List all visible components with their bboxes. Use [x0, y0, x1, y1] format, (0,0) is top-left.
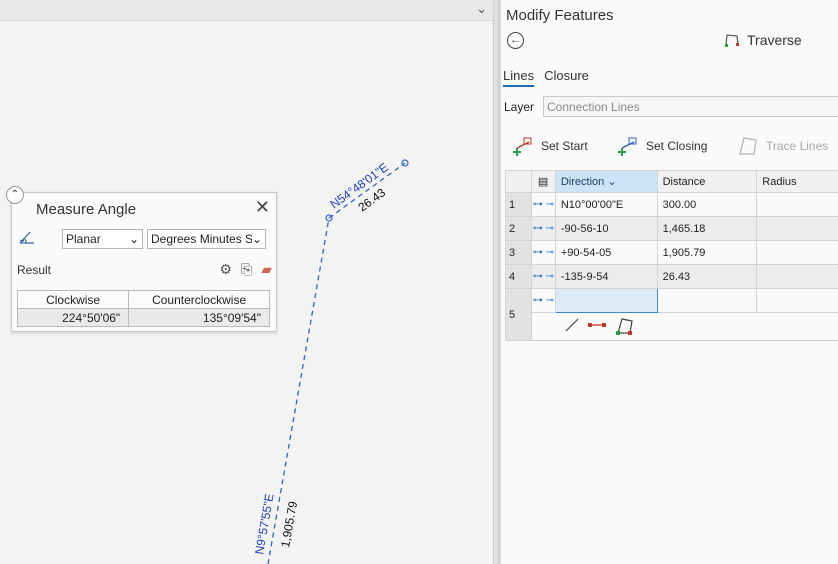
set-start-button[interactable]: Set Start — [511, 132, 616, 160]
map-view[interactable]: ⌄ N54°48'01"E 26.43 N9°57'55"E 1,905.79 … — [0, 0, 493, 564]
distance-cell[interactable]: 26.43 — [656, 264, 758, 289]
polygon-segment-icon — [615, 318, 633, 335]
tab-closure[interactable]: Closure — [544, 68, 589, 87]
set-closing-button[interactable]: Set Closing — [616, 132, 736, 160]
measure-mode-select[interactable]: Planar ⌄ — [62, 229, 143, 249]
segment-type-row — [506, 312, 838, 341]
distance-cell[interactable]: 300.00 — [656, 192, 758, 217]
direction-cell[interactable]: -90-56-10 — [554, 216, 658, 241]
gear-icon[interactable]: ⚙ — [219, 261, 232, 278]
two-point-line-icon — [587, 323, 606, 327]
clockwise-header: Clockwise — [16, 290, 130, 309]
result-label: Result — [17, 263, 52, 277]
distance-cell[interactable]: 1,905.79 — [656, 240, 758, 265]
angle-tool-icon[interactable]: ⌄ — [18, 231, 58, 245]
traverse-tool-header: Traverse — [723, 32, 802, 48]
radius-cell[interactable] — [756, 216, 838, 241]
traverse-icon — [725, 34, 739, 47]
set-start-icon — [513, 137, 532, 156]
tab-lines[interactable]: Lines — [503, 68, 535, 87]
clockwise-value: 224°50'06" — [16, 308, 130, 327]
line-type-icon[interactable]: ⊶ ⊸ — [530, 240, 556, 265]
grid-header-row: ▤ Direction ⌄ Distance Radius — [505, 170, 838, 193]
grid-menu-icon[interactable]: ▤ — [530, 170, 556, 193]
distance-cell[interactable] — [656, 288, 758, 313]
modify-features-pane: Modify Features ← Traverse Lines Closure… — [501, 0, 838, 564]
back-arrow-icon[interactable]: ← — [507, 32, 524, 49]
result-table: Clockwise Counterclockwise 224°50'06" 13… — [16, 290, 270, 327]
table-row-new[interactable]: 5 ⊶ ⊸ — [505, 288, 838, 341]
direction-cell[interactable]: +90-54-05 — [554, 240, 658, 265]
lower-distance-label: 1,905.79 — [278, 500, 300, 549]
angle-unit-value: Degrees Minutes S — [151, 232, 252, 246]
counterclockwise-value: 135°09'54" — [128, 308, 270, 327]
row-number: 5 — [505, 288, 532, 341]
layer-field[interactable]: Connection Lines — [543, 96, 838, 117]
traverse-toolbar: Set Start Set Closing Trace Lines — [511, 132, 836, 160]
counterclockwise-header: Counterclockwise — [128, 290, 270, 309]
pane-tabs: Lines Closure — [503, 68, 589, 87]
collapse-icon[interactable]: ⌃ — [6, 186, 24, 204]
layer-label: Layer — [504, 100, 535, 114]
radius-cell[interactable] — [756, 240, 838, 265]
measure-angle-window: Measure Angle ✕ ⌄ Planar ⌄ Degrees Minut… — [11, 192, 277, 332]
angle-unit-select[interactable]: Degrees Minutes S ⌄ — [147, 229, 266, 249]
straight-segment-icon — [565, 318, 579, 332]
chevron-down-icon: ⌄ — [251, 232, 262, 246]
close-icon[interactable]: ✕ — [255, 197, 270, 218]
set-start-label: Set Start — [541, 139, 588, 153]
line-type-icon[interactable]: ⊶ ⊸ — [530, 264, 556, 289]
radius-cell[interactable] — [756, 264, 838, 289]
trace-lines-label: Trace Lines — [766, 139, 829, 153]
traverse-label: Traverse — [747, 32, 802, 48]
direction-cell[interactable]: N10°00'00"E — [554, 192, 658, 217]
table-row[interactable]: 1 ⊶ ⊸ N10°00'00"E 300.00 — [505, 192, 838, 217]
direction-input-cell[interactable] — [554, 288, 658, 313]
copy-icon[interactable]: ⎘ — [241, 261, 252, 278]
direction-cell[interactable]: -135-9-54 — [554, 264, 658, 289]
set-closing-label: Set Closing — [646, 139, 708, 153]
measure-angle-title: Measure Angle — [36, 201, 137, 218]
row-number: 3 — [505, 240, 532, 265]
table-row[interactable]: 2 ⊶ ⊸ -90-56-10 1,465.18 — [505, 216, 838, 241]
row-number-header — [505, 170, 532, 193]
table-row[interactable]: 4 ⊶ ⊸ -135-9-54 26.43 — [505, 264, 838, 289]
row-number: 4 — [505, 264, 532, 289]
traverse-line-lower — [267, 217, 330, 564]
measure-mode-value: Planar — [66, 232, 101, 246]
direction-header[interactable]: Direction ⌄ — [554, 170, 658, 193]
table-row[interactable]: 3 ⊶ ⊸ +90-54-05 1,905.79 — [505, 240, 838, 265]
radius-header[interactable]: Radius — [756, 170, 838, 193]
result-actions: ⚙ ⎘ ▰ — [219, 261, 272, 278]
lower-bearing-label: N9°57'55"E — [252, 493, 276, 556]
segment-type-tools — [530, 312, 838, 341]
distance-header[interactable]: Distance — [656, 170, 758, 193]
traverse-grid: ▤ Direction ⌄ Distance Radius 1 ⊶ ⊸ N10°… — [505, 170, 838, 341]
trace-lines-icon — [739, 137, 757, 155]
radius-cell[interactable] — [756, 192, 838, 217]
distance-cell[interactable]: 1,465.18 — [656, 216, 758, 241]
pane-title: Modify Features — [506, 7, 614, 24]
chevron-down-icon: ⌄ — [128, 232, 139, 246]
row-number: 2 — [505, 216, 532, 241]
trace-lines-button[interactable]: Trace Lines — [736, 132, 836, 160]
line-type-icon[interactable]: ⊶ ⊸ — [530, 192, 556, 217]
line-type-icon[interactable]: ⊶ ⊸ — [530, 216, 556, 241]
set-closing-icon — [618, 137, 637, 156]
row-number: 1 — [505, 192, 532, 217]
eraser-icon[interactable]: ▰ — [261, 261, 272, 278]
radius-cell[interactable] — [756, 288, 838, 313]
measure-options-row: ⌄ Planar ⌄ Degrees Minutes S ⌄ — [18, 229, 266, 249]
line-type-icon[interactable]: ⊶ ⊸ — [530, 288, 556, 313]
